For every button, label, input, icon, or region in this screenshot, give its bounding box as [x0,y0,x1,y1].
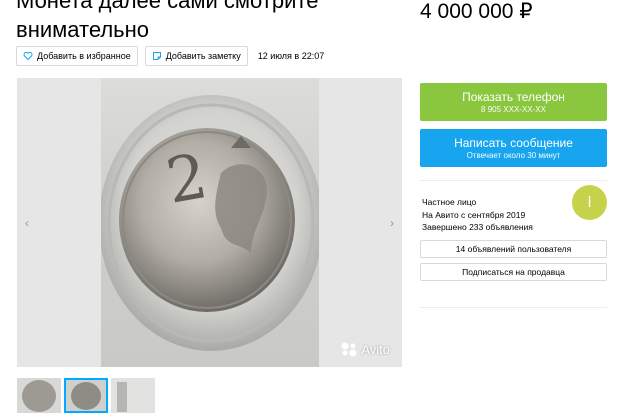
add-note-button[interactable]: Добавить заметку [144,46,248,66]
note-icon [152,52,161,60]
avito-watermark: Avito [340,341,390,357]
chevron-left-icon[interactable]: ‹ [25,216,29,230]
listing-title: Монета далее сами смотрите внимательно [16,0,319,42]
watermark-text: Avito [361,341,390,357]
avatar[interactable]: l [572,185,607,220]
coin-thumbnail [111,378,155,413]
subscribe-seller-button[interactable]: Подписаться на продавца [420,263,607,281]
user-listings-button[interactable]: 14 объявлений пользователя [420,240,607,258]
add-note-label: Добавить заметку [165,51,241,61]
show-phone-label: Показать телефон [462,90,565,104]
add-to-favorites-label: Добавить в избранное [37,51,131,61]
phone-number: 8 905 XXX-XX-XX [481,105,546,114]
show-phone-button[interactable]: Показать телефон 8 905 XXX-XX-XX [420,83,607,121]
thumbnail[interactable] [17,378,61,413]
coin-thumbnail [66,380,106,411]
chevron-right-icon[interactable]: › [390,216,394,230]
photo-gallery[interactable]: 2 ‹ › Avito [17,78,402,367]
listing-price: 4 000 000 ₽ [420,0,533,23]
seller-info: Частное лицо На Авито с сентября 2019 За… [422,196,533,234]
send-message-button[interactable]: Написать сообщение Отвечает около 30 мин… [420,129,607,167]
coin-thumbnail [17,378,61,413]
listing-date: 12 июля в 22:07 [257,51,325,61]
divider [420,307,607,308]
send-message-label: Написать сообщение [454,136,573,150]
main-photo: 2 [99,78,323,367]
seller-type: Частное лицо [422,197,477,207]
avito-logo-icon [341,342,357,357]
thumbnail[interactable] [111,378,155,413]
seller-completed: Завершено 233 объявления [422,222,533,232]
response-time: Отвечает около 30 минут [466,151,561,160]
thumbnail-strip [17,378,158,413]
thumbnail-active[interactable] [64,378,108,413]
add-to-favorites-button[interactable]: Добавить в избранное [16,46,138,66]
heart-icon [23,51,33,61]
coin-photo: 2 [99,95,323,351]
listing-actions: Добавить в избранное Добавить заметку 12… [16,46,324,66]
seller-since: На Авито с сентября 2019 [422,209,526,220]
divider [420,180,607,181]
